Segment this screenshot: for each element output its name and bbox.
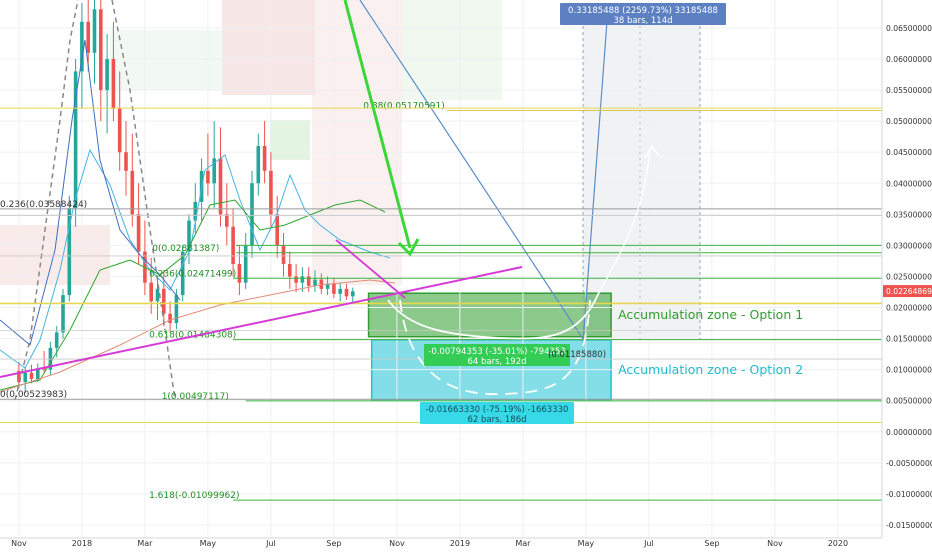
candle-body[interactable] <box>29 372 34 379</box>
zone-label: Accumulation zone - Option 1 <box>618 307 803 322</box>
price-tick-label: 0.06500000 <box>886 24 932 33</box>
candle-body[interactable] <box>344 288 349 297</box>
price-chart[interactable]: 0.88(0.05170591) 0.236(0.03588424) 0(0.028… <box>0 0 932 550</box>
measure-box-mid-text: -0.00794353 (-35.01%) -794353 <box>428 347 565 357</box>
measure-box-top-text: 38 bars, 114d <box>613 16 672 26</box>
candle-body[interactable] <box>319 279 324 289</box>
candle-body[interactable] <box>237 264 242 283</box>
price-tick-label: 0.04000000 <box>886 179 932 188</box>
candle-body[interactable] <box>351 291 355 297</box>
candle-body[interactable] <box>54 332 59 348</box>
candle-body[interactable] <box>262 145 267 171</box>
bg-green-zone <box>402 0 502 100</box>
candle-body[interactable] <box>136 214 141 252</box>
price-tick-label: 0.02000000 <box>886 304 932 313</box>
time-tick-label: Sep <box>326 539 341 548</box>
candle-body[interactable] <box>168 313 172 324</box>
candle-body[interactable] <box>111 59 116 109</box>
fib-level-label: 0(0.02881387) <box>152 244 219 254</box>
fib-level-label: 1.618(-0.01099962) <box>149 491 239 501</box>
candle-body[interactable] <box>105 59 109 91</box>
time-tick-label: 2018 <box>72 539 92 548</box>
measure-box-mid-text: 64 bars, 192d <box>467 357 526 367</box>
time-tick-label: May <box>200 539 217 548</box>
time-tick-label: 2020 <box>828 539 848 548</box>
candle-body[interactable] <box>23 372 27 383</box>
time-tick-label: Nov <box>11 539 27 548</box>
time-tick-label: May <box>578 539 595 548</box>
fib-level-label: 0(0.00523983) <box>0 390 67 400</box>
fib-level-label: 0.236(0.02471499) <box>149 269 236 279</box>
zone-label: Accumulation zone - Option 2 <box>618 362 803 377</box>
candle-body[interactable] <box>300 276 305 283</box>
fib-level-label: 1(0.00497117) <box>162 392 229 402</box>
price-tick-label: 0.03000000 <box>886 241 932 250</box>
time-tick-label: Jul <box>643 539 654 548</box>
candle-body[interactable] <box>231 226 235 265</box>
price-tick-label: 0.05000000 <box>886 117 932 126</box>
candle-body[interactable] <box>313 279 317 286</box>
candle-body[interactable] <box>124 152 128 171</box>
time-tick-label: 2019 <box>450 539 470 548</box>
candle-body[interactable] <box>243 245 248 283</box>
candle-body[interactable] <box>288 264 292 277</box>
candle-body[interactable] <box>92 9 97 53</box>
candle-body[interactable] <box>250 183 254 246</box>
fib-level-label: 0.236(0.03588424) <box>0 200 87 210</box>
price-tick-label: 0.01500000 <box>886 335 932 344</box>
price-tick-label: 0.04500000 <box>886 148 932 157</box>
price-tick-label: 0.05500000 <box>886 86 932 95</box>
candle-body[interactable] <box>155 288 160 302</box>
price-tick-label: -0.00500000 <box>886 459 932 468</box>
price-tick-label: 0.00500000 <box>886 397 932 406</box>
candle-body[interactable] <box>218 158 223 215</box>
measure-box-low-text: 62 bars, 186d <box>467 415 526 425</box>
candle-body[interactable] <box>275 214 279 246</box>
candle-body[interactable] <box>332 283 336 294</box>
measure-label: (0.01185880) <box>548 350 606 360</box>
candle-body[interactable] <box>162 288 166 314</box>
candle-body[interactable] <box>193 201 198 221</box>
price-tick-label: 0.01000000 <box>886 366 932 375</box>
candle-body[interactable] <box>117 108 122 153</box>
time-tick-label: Jul <box>265 539 276 548</box>
price-tick-label: 0.00000000 <box>886 428 932 437</box>
chart-area[interactable]: 0.88(0.05170591) 0.236(0.03588424) 0(0.028… <box>0 0 932 550</box>
price-tick-label: 0.02500000 <box>886 272 932 281</box>
price-tick-label: -0.01500000 <box>886 521 932 530</box>
candle-body[interactable] <box>99 9 103 91</box>
time-tick-label: Nov <box>389 539 405 548</box>
candle-body[interactable] <box>130 170 135 215</box>
candle-body[interactable] <box>225 214 229 227</box>
candle-body[interactable] <box>86 21 90 53</box>
fib-level-label: 0.88(0.05170591) <box>363 102 444 112</box>
time-tick-label: Mar <box>515 539 531 548</box>
candle-body[interactable] <box>61 295 65 333</box>
candle-body[interactable] <box>256 145 261 184</box>
price-tick-label: 0.03500000 <box>886 210 932 219</box>
price-tick-label: 0.06000000 <box>886 55 932 64</box>
candle-body[interactable] <box>269 170 273 215</box>
candle-body[interactable] <box>294 276 298 283</box>
candle-body[interactable] <box>338 288 342 294</box>
candle-body[interactable] <box>206 170 210 184</box>
bg-green-zone <box>270 120 310 160</box>
current-price-label: 0.02264869 <box>886 287 932 296</box>
measure-box-low-text: -0.01663330 (-75.19%) -1663330 <box>426 405 569 415</box>
time-tick-label: Nov <box>767 539 783 548</box>
candle-body[interactable] <box>149 282 153 302</box>
measure-box-top-text: 0.33185488 (2259.73%) 33185488 <box>568 6 718 16</box>
price-tick-label: -0.01000000 <box>886 490 932 499</box>
time-tick-label: Sep <box>704 539 719 548</box>
time-tick-label: Mar <box>137 539 153 548</box>
candle-body[interactable] <box>281 245 286 265</box>
bg-red-zone <box>222 0 315 95</box>
